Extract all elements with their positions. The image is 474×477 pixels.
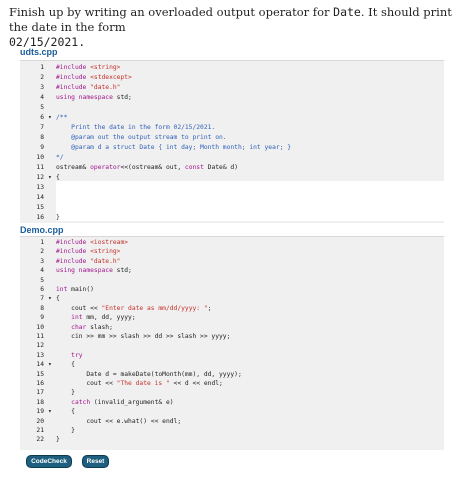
code-line: 9 @param d a struct Date { int day; Mont… [20, 143, 444, 153]
code-line: 5 [20, 103, 444, 113]
code-line: 2 #include <stdexcept> [20, 73, 444, 83]
code-line: 22} [20, 435, 444, 445]
code-line: 15 [20, 203, 444, 213]
line-number: 22 [36, 436, 44, 444]
reset-button[interactable]: Reset [82, 455, 109, 468]
line-number: 9 [40, 144, 44, 151]
code-line: 16} [20, 213, 444, 223]
code-text: @param d a struct Date { int day; Month … [56, 144, 292, 151]
code-text: } [56, 436, 60, 444]
line-number: 16 [36, 214, 44, 221]
code-line: 1 #include <string> [20, 63, 444, 73]
file-name-demo: Demo.cpp [20, 225, 64, 235]
line-number: 12 [36, 174, 44, 181]
code-line: 12 ▾ { [20, 173, 444, 183]
line-number: 1 [40, 64, 44, 71]
instructions: Finish up by writing an overloaded outpu… [9, 5, 467, 50]
line-number: 11 [36, 164, 44, 171]
code-line: 6 ▾ /** [20, 113, 444, 123]
code-line: 4 using namespace std; [20, 93, 444, 103]
line-number: 7 [40, 124, 44, 131]
line-number: 8 [40, 134, 44, 141]
code-line: 8 @param out the output stream to print … [20, 133, 444, 143]
code-editor-demo: 1 #include <iostream> 2 #include <string> 3 #… [20, 236, 444, 450]
instructions-text: Finish up by writing an overloaded outpu… [9, 5, 334, 19]
code-line: 11 ostream& operator<<(ostream& out, cons… [20, 163, 444, 173]
line-number: 2 [40, 74, 44, 81]
code-line: 3 #include "date.h" [20, 83, 444, 93]
file-name-udts: udts.cpp [20, 47, 58, 57]
code-line: 10 */ [20, 153, 444, 163]
code-text: ostream& operator<<(ostream& out, const … [56, 164, 239, 171]
code-text: using namespace std; [56, 94, 132, 101]
line-number: 3 [40, 84, 44, 91]
code-text: #include <stdexcept> [56, 74, 132, 81]
line-number: 5 [40, 104, 44, 111]
code-text: } [56, 214, 60, 221]
code-text: /** [56, 114, 68, 121]
line-number: 15 [36, 204, 44, 211]
line-number: 13 [36, 184, 44, 191]
instructions-code-word: Date [333, 5, 361, 19]
code-text: { [56, 174, 60, 181]
code-text: #include "date.h" [56, 84, 121, 91]
code-text: */ [56, 154, 64, 161]
code-line: 14 [20, 193, 444, 203]
codecheck-button[interactable]: CodeCheck [26, 455, 72, 468]
code-line: 13 [20, 183, 444, 193]
code-text: #include <string> [56, 64, 121, 71]
line-number: 14 [36, 194, 44, 201]
code-line: 7 Print the date in the form 02/15/2021. [20, 123, 444, 133]
line-number: 10 [36, 154, 44, 161]
line-number: 4 [40, 94, 44, 101]
code-text: @param out the output stream to print on… [56, 134, 227, 141]
fold-toggle-icon[interactable]: ▾ [48, 173, 52, 183]
code-editor-udts[interactable]: 1 #include <string> 2 #include <stdexcept> 3… [20, 60, 444, 223]
line-number: 6 [40, 114, 44, 121]
fold-toggle-icon[interactable]: ▾ [48, 113, 52, 123]
code-text: Print the date in the form 02/15/2021. [56, 124, 216, 131]
